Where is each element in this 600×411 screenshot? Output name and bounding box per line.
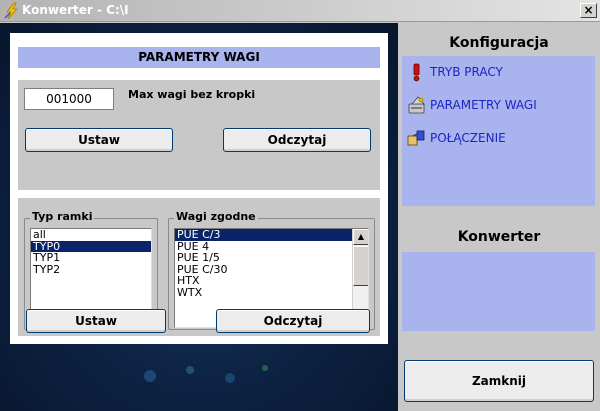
- connection-icon: [406, 128, 428, 148]
- config-menu: TRYB PRACY PARAMETRY WAGI POŁĄCZENIE: [402, 56, 595, 206]
- converter-status-box: [402, 252, 595, 331]
- read-frame-button[interactable]: Odczytaj: [216, 309, 370, 333]
- scale-parameters-icon: [406, 95, 428, 115]
- menu-item-label: PARAMETRY WAGI: [430, 98, 537, 112]
- list-item[interactable]: PUE 1/5: [175, 252, 368, 264]
- list-item[interactable]: TYP1: [31, 252, 151, 264]
- list-item-selected[interactable]: PUE C/3: [175, 229, 368, 241]
- read-button[interactable]: Odczytaj: [223, 128, 371, 152]
- menu-item-connection[interactable]: POŁĄCZENIE: [406, 128, 506, 148]
- app-lightning-icon: [3, 2, 21, 20]
- scroll-thumb[interactable]: [353, 246, 368, 286]
- list-item[interactable]: WTX: [175, 287, 368, 299]
- window-close-button[interactable]: ×: [580, 3, 597, 18]
- window-title: Konwerter - C:\I: [22, 3, 129, 17]
- max-weight-section: 001000 Max wagi bez kropki Ustaw Odczyta…: [18, 80, 380, 190]
- menu-item-work-mode[interactable]: TRYB PRACY: [406, 62, 503, 82]
- menu-item-scale-params[interactable]: PARAMETRY WAGI: [406, 95, 537, 115]
- set-button[interactable]: Ustaw: [25, 128, 173, 152]
- background-decoration: [144, 365, 268, 383]
- config-title: Konfiguracja: [449, 35, 549, 51]
- exclamation-icon: [406, 62, 428, 82]
- frame-type-legend: Typ ramki: [30, 210, 95, 223]
- parameters-dialog: PARAMETRY WAGI 001000 Max wagi bez kropk…: [10, 33, 388, 344]
- list-item[interactable]: PUE C/30: [175, 264, 368, 276]
- set-frame-button[interactable]: Ustaw: [26, 309, 166, 333]
- menu-item-label: TRYB PRACY: [430, 65, 503, 79]
- converter-title: Konwerter: [457, 229, 541, 245]
- max-weight-input[interactable]: 001000: [24, 88, 114, 110]
- max-weight-label: Max wagi bez kropki: [128, 88, 256, 101]
- title-bar: Konwerter - C:\I ×: [0, 0, 600, 22]
- scroll-up-icon[interactable]: ▲: [353, 229, 368, 245]
- compatible-scales-legend: Wagi zgodne: [174, 210, 258, 223]
- list-item[interactable]: TYP2: [31, 264, 151, 276]
- menu-item-label: POŁĄCZENIE: [430, 131, 506, 145]
- close-button[interactable]: Zamknij: [404, 360, 594, 402]
- list-item[interactable]: HTX: [175, 275, 368, 287]
- dialog-header: PARAMETRY WAGI: [18, 47, 380, 68]
- list-item[interactable]: all: [31, 229, 151, 241]
